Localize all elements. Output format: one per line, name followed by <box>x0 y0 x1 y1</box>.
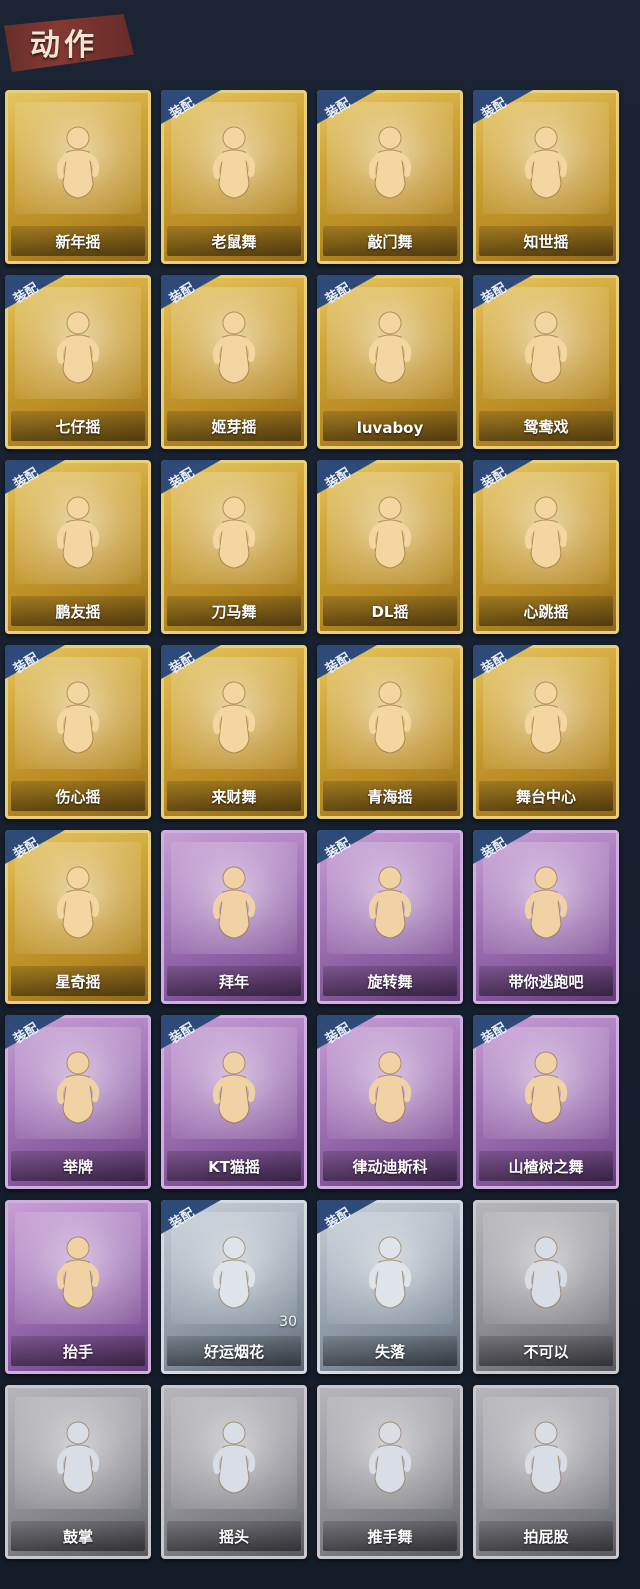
action-card[interactable]: 旋转舞 装配 <box>317 830 463 1004</box>
dance-figure-icon <box>212 1421 256 1494</box>
action-card[interactable]: 敲门舞 装配 <box>317 90 463 264</box>
card-label: 姬芽摇 <box>211 418 257 436</box>
dance-figure-icon <box>56 1421 100 1494</box>
dance-figure-icon <box>368 126 412 199</box>
card-label: 星奇摇 <box>55 973 101 991</box>
dance-figure-icon <box>56 681 100 754</box>
action-card[interactable]: 摇头 <box>161 1385 307 1559</box>
dance-figure-icon <box>56 126 100 199</box>
card-label: 旋转舞 <box>367 973 413 991</box>
item-count: 30 <box>279 1314 297 1330</box>
action-card[interactable]: 带你逃跑吧 装配 <box>473 830 619 1004</box>
action-card[interactable]: 鹏友摇 装配 <box>5 460 151 634</box>
card-label: 刀马舞 <box>211 603 257 621</box>
dance-figure-icon <box>524 1236 568 1309</box>
action-card[interactable]: 老鼠舞 装配 <box>161 90 307 264</box>
dance-figure-icon <box>524 311 568 384</box>
action-card[interactable]: DL摇 装配 <box>317 460 463 634</box>
action-card[interactable]: 山楂树之舞 装配 <box>473 1015 619 1189</box>
action-card[interactable]: 新年摇 <box>5 90 151 264</box>
action-card[interactable]: KT猫摇 装配 <box>161 1015 307 1189</box>
dance-figure-icon <box>56 311 100 384</box>
card-label: 鸳鸯戏 <box>523 418 569 436</box>
action-card[interactable]: 拍屁股 <box>473 1385 619 1559</box>
card-label: 推手舞 <box>367 1528 413 1546</box>
dance-figure-icon <box>524 1421 568 1494</box>
card-label: luvaboy <box>356 419 424 437</box>
dance-figure-icon <box>212 681 256 754</box>
dance-figure-icon <box>56 1051 100 1124</box>
card-label: 拜年 <box>218 973 249 991</box>
action-card[interactable]: 星奇摇 装配 <box>5 830 151 1004</box>
action-card[interactable]: 推手舞 <box>317 1385 463 1559</box>
card-label: 鹏友摇 <box>55 603 101 621</box>
dance-figure-icon <box>368 1051 412 1124</box>
dance-figure-icon <box>212 496 256 569</box>
card-label: 律动迪斯科 <box>352 1158 428 1176</box>
action-card[interactable]: 知世摇 装配 <box>473 90 619 264</box>
card-label: 举牌 <box>62 1158 93 1176</box>
dance-figure-icon <box>524 681 568 754</box>
action-card[interactable]: 伤心摇 装配 <box>5 645 151 819</box>
dance-figure-icon <box>524 126 568 199</box>
dance-figure-icon <box>56 866 100 939</box>
dance-figure-icon <box>56 496 100 569</box>
dance-figure-icon <box>368 496 412 569</box>
card-label: 舞台中心 <box>515 788 576 806</box>
card-label: 山楂树之舞 <box>508 1158 584 1176</box>
action-card[interactable]: 失落 装配 <box>317 1200 463 1374</box>
action-card[interactable]: 姬芽摇 装配 <box>161 275 307 449</box>
dance-figure-icon <box>212 866 256 939</box>
dance-figure-icon <box>524 866 568 939</box>
card-label: KT猫摇 <box>208 1158 260 1176</box>
dance-figure-icon <box>368 866 412 939</box>
card-label: 鼓掌 <box>62 1528 93 1546</box>
action-card[interactable]: 青海摇 装配 <box>317 645 463 819</box>
dance-figure-icon <box>368 681 412 754</box>
card-label: 失落 <box>374 1343 405 1361</box>
card-label: 伤心摇 <box>55 788 101 806</box>
action-card[interactable]: 举牌 装配 <box>5 1015 151 1189</box>
card-label: 敲门舞 <box>367 233 413 251</box>
action-card[interactable]: 鸳鸯戏 装配 <box>473 275 619 449</box>
action-card[interactable]: 刀马舞 装配 <box>161 460 307 634</box>
card-label: 老鼠舞 <box>211 233 257 251</box>
card-label: 好运烟花 <box>203 1343 264 1361</box>
dance-figure-icon <box>212 126 256 199</box>
card-label: 心跳摇 <box>523 603 569 621</box>
action-card[interactable]: 舞台中心 装配 <box>473 645 619 819</box>
card-label: DL摇 <box>371 603 409 621</box>
action-card[interactable]: luvaboy 装配 <box>317 275 463 449</box>
action-card[interactable]: 鼓掌 <box>5 1385 151 1559</box>
card-label: 新年摇 <box>55 233 101 251</box>
action-card[interactable]: 拜年 <box>161 830 307 1004</box>
dance-figure-icon <box>368 1236 412 1309</box>
action-grid: 新年摇 老鼠舞 装配 敲门舞 装配 知世摇 装配 七仔摇 装配 姬芽摇 装配 luvaboy 装配 鸳鸯戏… <box>0 0 640 1589</box>
card-label: 不可以 <box>523 1343 569 1361</box>
dance-figure-icon <box>368 311 412 384</box>
dance-figure-icon <box>524 1051 568 1124</box>
action-card[interactable]: 不可以 <box>473 1200 619 1374</box>
dance-figure-icon <box>56 1236 100 1309</box>
card-label: 来财舞 <box>211 788 257 806</box>
dance-figure-icon <box>212 1051 256 1124</box>
card-label: 带你逃跑吧 <box>508 973 584 991</box>
dance-figure-icon <box>524 496 568 569</box>
card-label: 拍屁股 <box>523 1528 569 1546</box>
action-card[interactable]: 来财舞 装配 <box>161 645 307 819</box>
dance-figure-icon <box>212 1236 256 1309</box>
action-card[interactable]: 抬手 <box>5 1200 151 1374</box>
action-card[interactable]: 七仔摇 装配 <box>5 275 151 449</box>
dance-figure-icon <box>368 1421 412 1494</box>
card-label: 七仔摇 <box>55 418 101 436</box>
card-label: 知世摇 <box>523 233 569 251</box>
card-label: 抬手 <box>62 1343 93 1361</box>
dance-figure-icon <box>212 311 256 384</box>
action-card[interactable]: 律动迪斯科 装配 <box>317 1015 463 1189</box>
action-card[interactable]: 心跳摇 装配 <box>473 460 619 634</box>
card-label: 青海摇 <box>367 788 413 806</box>
card-label: 摇头 <box>218 1528 249 1546</box>
action-card[interactable]: 好运烟花 装配 30 <box>161 1200 307 1374</box>
